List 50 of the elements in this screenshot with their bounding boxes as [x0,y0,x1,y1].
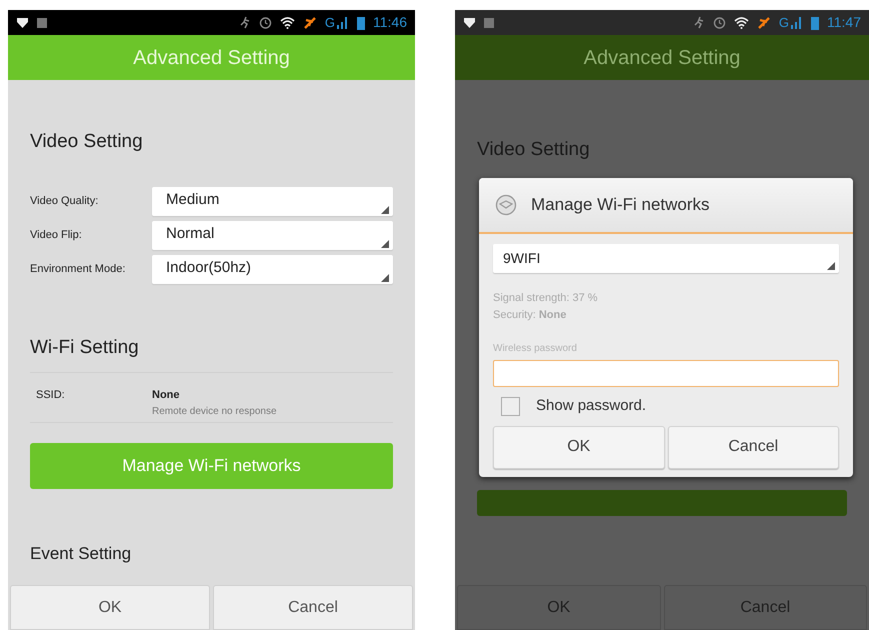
ok-button[interactable]: OK [10,585,210,630]
ssid-value: None [152,388,180,403]
cancel-button[interactable]: Cancel [668,426,839,468]
section-heading: Video Setting [477,138,591,162]
dropdown-field[interactable]: Indoor(50hz) [152,254,393,284]
ok-button[interactable]: OK [493,426,664,468]
battery-icon [811,16,819,30]
shield-icon [463,16,476,28]
shield-icon [16,16,29,28]
field-label: Video Flip: [30,229,83,241]
airplane-icon [302,16,317,30]
airplane-icon [756,16,771,30]
wifi-icon [734,16,749,29]
cancel-button[interactable]: Cancel [213,585,413,630]
clock-time: 11:46 [373,13,407,32]
dropdown-corner-icon [827,262,835,270]
password-field[interactable] [493,360,839,387]
network-type: G [778,16,789,29]
screen-title: Advanced Setting [133,46,290,70]
network-dropdown[interactable]: 9WIFI [493,244,839,273]
field-label: SSID: [36,388,66,403]
field-label: Video Quality: [30,195,100,207]
security-info: Security: None [493,308,568,322]
signal-strength: Signal strength: 37 % [493,291,599,306]
wifi-icon [280,16,295,29]
checkbox-label: Show password. [536,396,646,416]
section-heading: Event Setting [30,542,132,564]
dropdown-field[interactable]: Medium [152,186,393,216]
signal-icon [791,16,803,29]
battery-icon [357,16,365,30]
password-label: Wireless password [493,342,578,356]
section-heading: Wi-Fi Setting [30,336,140,360]
signal-icon [337,16,349,29]
router-icon [495,194,517,216]
running-figure-icon [694,16,705,29]
alarm-icon [258,16,272,29]
dialog-title: Manage Wi-Fi networks [531,194,710,216]
network-type: G [324,16,335,29]
dropdown-corner-icon [381,274,389,282]
running-figure-icon [240,16,251,29]
field-label: Environment Mode: [30,263,126,275]
clock-time: 11:47 [827,13,861,32]
section-heading: Video Setting [30,130,144,154]
dropdown-corner-icon [381,240,389,248]
dropdown-field[interactable]: Normal [152,220,393,250]
screen-title: Advanced Setting [584,46,740,70]
alarm-icon [712,16,726,29]
ssid-status: Remote device no response [152,404,277,418]
checkbox[interactable] [501,396,520,416]
dropdown-corner-icon [381,206,389,214]
